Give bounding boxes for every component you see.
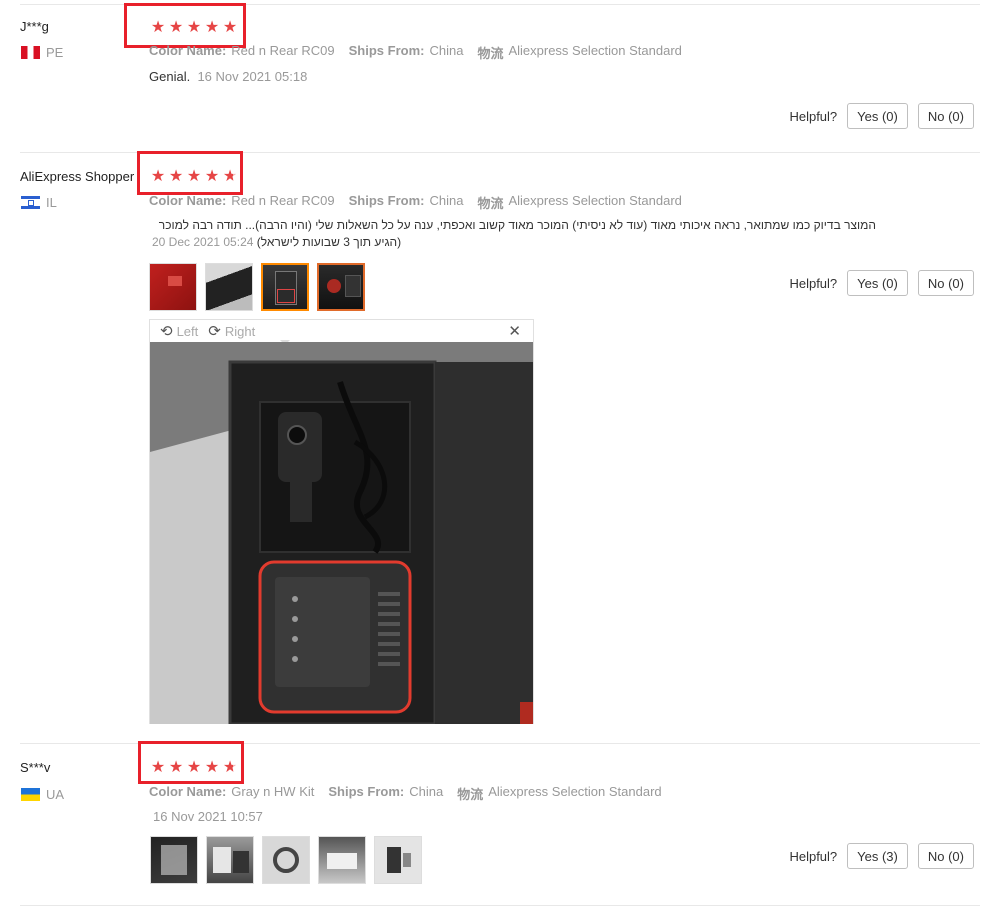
ships-label: Ships From:: [348, 193, 425, 208]
reviewer-country: PE: [21, 45, 63, 60]
reviewer-country: IL: [21, 195, 57, 210]
reviewer-country: UA: [21, 787, 64, 802]
helpful-group: Helpful? Yes (0) No (0): [789, 103, 974, 129]
highlight-box: [138, 741, 244, 784]
helpful-no-button[interactable]: No (0): [917, 270, 974, 296]
helpful-group: Helpful? Yes (0) No (0): [789, 270, 974, 296]
viewer-toolbar: ⟲ Left ⟳ Right: [150, 320, 533, 342]
color-value: Gray n HW Kit: [231, 784, 315, 799]
ships-label: Ships From:: [348, 43, 425, 58]
rotate-right-label: Right: [224, 323, 256, 339]
rotate-left-button[interactable]: ⟲ Left: [160, 322, 198, 340]
helpful-yes-button[interactable]: Yes (3): [847, 843, 908, 869]
ships-value: China: [409, 784, 444, 799]
review-sku-info: Color Name: Red n Rear RC09 Ships From: Ch…: [149, 43, 682, 62]
rotate-left-icon: ⟲: [160, 323, 173, 340]
country-code: PE: [46, 45, 64, 60]
helpful-label: Helpful?: [789, 108, 838, 124]
rotate-right-icon: ⟳: [208, 323, 221, 340]
review-photo-thumb[interactable]: [317, 263, 365, 311]
rotate-right-button[interactable]: ⟳ Right: [208, 322, 255, 340]
helpful-yes-button[interactable]: Yes (0): [847, 103, 908, 129]
review-photo-thumb[interactable]: [261, 263, 309, 311]
enlarged-review-photo: [150, 342, 533, 724]
highlight-box: [124, 3, 246, 48]
color-label: Color Name:: [149, 784, 227, 799]
review-photo-thumb[interactable]: [318, 836, 366, 884]
review-photo-thumb[interactable]: [150, 836, 198, 884]
logistics-label: 物流: [457, 787, 484, 802]
review-body-tail: (הגיע תוך 3 שבועות לישראל): [256, 235, 402, 249]
divider: [20, 905, 980, 906]
review-text: Genial. 16 Nov 2021 05:18: [149, 69, 307, 84]
ships-value: China: [429, 43, 464, 58]
reviewer-name: S***v: [20, 760, 51, 775]
helpful-group: Helpful? Yes (3) No (0): [789, 843, 974, 869]
color-value: Red n Rear RC09: [231, 193, 335, 208]
review-date: 16 Nov 2021 10:57: [153, 809, 263, 824]
close-icon[interactable]: ✕: [508, 322, 521, 340]
review-photo-thumb[interactable]: [262, 836, 310, 884]
ships-label: Ships From:: [328, 784, 405, 799]
helpful-no-button[interactable]: No (0): [917, 843, 974, 869]
logistics-value: Aliexpress Selection Standard: [488, 784, 662, 799]
review-date: 20 Dec 2021 05:24: [152, 235, 254, 249]
flag-icon: [21, 46, 40, 59]
helpful-no-button[interactable]: No (0): [917, 103, 974, 129]
review-photo-thumb[interactable]: [206, 836, 254, 884]
review-body: המוצר בדיוק כמו שמתואר, נראה איכותי מאוד…: [158, 218, 876, 232]
ships-value: China: [429, 193, 464, 208]
country-code: IL: [46, 195, 57, 210]
review-sku-info: Color Name: Red n Rear RC09 Ships From: Ch…: [149, 193, 682, 212]
review-photo-thumb[interactable]: [205, 263, 253, 311]
logistics-label: 物流: [477, 46, 504, 61]
photo-viewer: ⟲ Left ⟳ Right ✕: [149, 319, 534, 724]
highlight-box: [137, 151, 243, 195]
color-label: Color Name:: [149, 43, 227, 58]
color-label: Color Name:: [149, 193, 227, 208]
helpful-label: Helpful?: [789, 275, 838, 291]
logistics-value: Aliexpress Selection Standard: [508, 43, 682, 58]
reviewer-name: J***g: [20, 19, 49, 34]
review-body: Genial.: [149, 69, 191, 84]
logistics-label: 物流: [477, 196, 504, 211]
rotate-left-label: Left: [176, 323, 199, 339]
reviewer-name: AliExpress Shopper: [20, 169, 135, 184]
review-photo-thumb[interactable]: [374, 836, 422, 884]
flag-icon: [21, 196, 40, 209]
review-photo-thumb[interactable]: [149, 263, 197, 311]
flag-icon: [21, 788, 40, 801]
color-value: Red n Rear RC09: [231, 43, 335, 58]
review-sku-info: Color Name: Gray n HW Kit Ships From: Chin…: [149, 784, 662, 803]
helpful-label: Helpful?: [789, 848, 838, 864]
country-code: UA: [46, 787, 65, 802]
logistics-value: Aliexpress Selection Standard: [508, 193, 682, 208]
review-date: 16 Nov 2021 05:18: [197, 69, 308, 84]
helpful-yes-button[interactable]: Yes (0): [847, 270, 908, 296]
review-body-line2: 20 Dec 2021 05:24 (הגיע תוך 3 שבועות ליש…: [152, 235, 401, 249]
